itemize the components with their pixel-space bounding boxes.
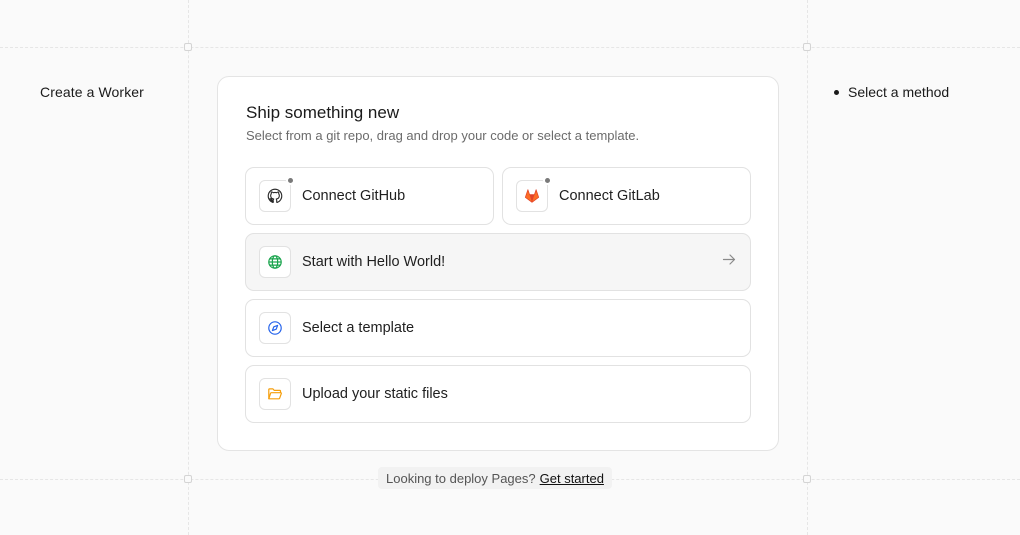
guide-line-right bbox=[807, 0, 808, 535]
upload-static-files-button[interactable]: Upload your static files bbox=[245, 365, 751, 423]
folder-icon bbox=[259, 378, 291, 410]
github-icon bbox=[259, 176, 295, 212]
step-select-method: Select a method bbox=[834, 84, 949, 100]
guide-corner-marker bbox=[803, 475, 811, 483]
arrow-right-icon bbox=[722, 253, 736, 272]
option-label: Start with Hello World! bbox=[302, 254, 446, 270]
connect-github-button[interactable]: Connect GitHub bbox=[245, 167, 494, 225]
select-template-button[interactable]: Select a template bbox=[245, 299, 751, 357]
status-badge bbox=[286, 176, 295, 185]
footer-text: Looking to deploy Pages? bbox=[386, 470, 536, 486]
globe-icon bbox=[259, 246, 291, 278]
guide-corner-marker bbox=[803, 43, 811, 51]
step-label: Select a method bbox=[848, 84, 950, 100]
get-started-link[interactable]: Get started bbox=[540, 471, 604, 486]
option-label: Connect GitLab bbox=[559, 188, 660, 204]
card-title: Ship something new bbox=[246, 103, 400, 122]
status-badge bbox=[543, 176, 552, 185]
start-hello-world-button[interactable]: Start with Hello World! bbox=[245, 233, 751, 291]
guide-line-left bbox=[188, 0, 189, 535]
ship-card: Ship something new Select from a git rep… bbox=[217, 76, 779, 451]
page-title: Create a Worker bbox=[40, 84, 144, 100]
step-indicator-dot bbox=[834, 89, 839, 95]
guide-corner-marker bbox=[184, 43, 192, 51]
connect-gitlab-button[interactable]: Connect GitLab bbox=[502, 167, 751, 225]
guide-corner-marker bbox=[184, 475, 192, 483]
option-label: Connect GitHub bbox=[302, 188, 406, 204]
option-label: Upload your static files bbox=[302, 386, 448, 402]
option-label: Select a template bbox=[302, 320, 415, 336]
gitlab-icon bbox=[516, 176, 552, 212]
compass-icon bbox=[259, 312, 291, 344]
guide-line-top bbox=[0, 47, 1020, 48]
page: Create a Worker Select a method Ship som… bbox=[0, 0, 1020, 535]
pages-footer: Looking to deploy Pages? Get started bbox=[378, 467, 612, 489]
card-subtitle: Select from a git repo, drag and drop yo… bbox=[246, 128, 640, 143]
